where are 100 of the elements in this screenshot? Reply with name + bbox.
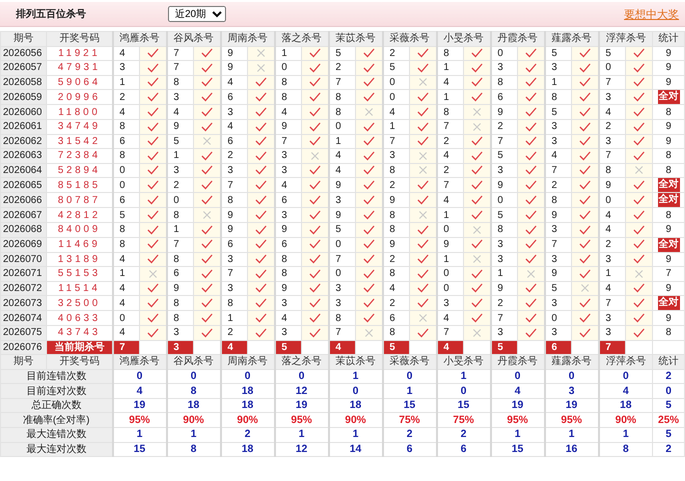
stat-value: 1 (490, 428, 544, 442)
stat-value: 16 (544, 442, 598, 457)
all-correct-badge: 全对 (658, 178, 680, 192)
stat-label: 最大连对次数 (0, 442, 112, 457)
stat-value: 95% (490, 412, 544, 428)
kill-number-badge: 4 (328, 340, 356, 355)
stat-value: 18 (220, 442, 274, 457)
column-header: 采薇杀号 (382, 354, 436, 370)
column-header: 期号 (0, 32, 46, 46)
stat-value: 95% (274, 412, 328, 428)
current-kill-label: 当前期杀号 (46, 340, 112, 355)
kill-number-badge: 5 (274, 340, 302, 355)
stat-value: 0 (652, 384, 684, 398)
stat-value: 1 (112, 428, 166, 442)
stat-value: 95% (544, 412, 598, 428)
column-header: 小旻杀号 (436, 354, 490, 370)
column-header: 谷风杀号 (166, 32, 220, 46)
column-header: 丹霞杀号 (490, 354, 544, 370)
stat-value: 90% (166, 412, 220, 428)
hit-count: 8 (666, 106, 672, 118)
column-header: 开奖号码 (46, 32, 112, 46)
hit-count: 8 (666, 210, 672, 221)
stat-value: 0 (328, 384, 382, 398)
winning-number: 55153 (46, 266, 112, 282)
stat-value: 14 (328, 442, 382, 457)
kill-number-badge: 5 (382, 340, 410, 355)
stat-value: 1 (382, 384, 436, 398)
stat-value: 15 (112, 442, 166, 457)
kill-number-badge: 7 (112, 340, 140, 355)
period-cell: 2026056 (0, 46, 46, 61)
stat-value: 5 (652, 428, 684, 442)
winning-number: 47931 (46, 60, 112, 76)
stat-value: 18 (220, 384, 274, 398)
column-header: 落之杀号 (274, 32, 328, 46)
period-cell: 2026072 (0, 281, 46, 296)
column-header: 期号 (0, 354, 46, 370)
stat-value: 12 (274, 442, 328, 457)
period-cell: 2026063 (0, 148, 46, 164)
column-header: 浮萍杀号 (598, 354, 652, 370)
hit-count: 9 (666, 312, 672, 324)
page-title: 排列五百位杀号 (16, 8, 87, 21)
stat-value: 0 (490, 369, 544, 384)
stat-value: 0 (166, 369, 220, 384)
stat-value: 0 (220, 369, 274, 384)
period-cell: 2026060 (0, 104, 46, 120)
stat-value: 4 (598, 384, 652, 398)
stat-value: 1 (598, 428, 652, 442)
winning-number: 31542 (46, 134, 112, 149)
kill-number-badge: 3 (166, 340, 194, 355)
stat-value: 90% (220, 412, 274, 428)
hit-count: 9 (666, 62, 672, 74)
period-cell: 2026074 (0, 310, 46, 326)
stat-value: 8 (598, 442, 652, 457)
stat-value: 2 (382, 428, 436, 442)
all-correct-badge: 全对 (658, 296, 680, 310)
period-cell: 2026062 (0, 134, 46, 149)
period-cell: 2026065 (0, 178, 46, 193)
hit-count: 9 (666, 283, 672, 294)
period-dropdown[interactable]: 近20期 (168, 6, 226, 22)
stat-value: 6 (382, 442, 436, 457)
winning-number: 43743 (46, 325, 112, 340)
column-header: 丹霞杀号 (490, 32, 544, 46)
stat-value: 18 (328, 398, 382, 413)
winning-number: 34749 (46, 119, 112, 134)
period-cell: 2026058 (0, 75, 46, 90)
stat-value: 15 (490, 442, 544, 457)
column-header: 统计 (652, 32, 684, 46)
column-header: 茉苡杀号 (328, 32, 382, 46)
period-cell: 2026073 (0, 296, 46, 311)
hit-count: 8 (666, 150, 672, 162)
period-cell: 2026068 (0, 222, 46, 238)
column-header: 周南杀号 (220, 32, 274, 46)
kill-number-badge: 7 (598, 340, 626, 355)
column-header: 采薇杀号 (382, 32, 436, 46)
stat-value: 19 (112, 398, 166, 413)
kill-number-badge: 4 (220, 340, 248, 355)
hit-count: 8 (666, 327, 672, 338)
stat-value: 3 (544, 384, 598, 398)
hit-count: 9 (666, 224, 672, 236)
stat-value: 15 (382, 398, 436, 413)
stat-value: 0 (112, 369, 166, 384)
column-header: 薤露杀号 (544, 32, 598, 46)
stat-value: 6 (436, 442, 490, 457)
stat-value: 75% (382, 412, 436, 428)
hit-count: 9 (666, 48, 672, 59)
stat-value: 12 (274, 384, 328, 398)
stat-value: 18 (166, 398, 220, 413)
stat-value: 75% (436, 412, 490, 428)
stat-value: 90% (598, 412, 652, 428)
column-header: 茉苡杀号 (328, 354, 382, 370)
stat-label: 目前连对次数 (0, 384, 112, 398)
stat-value: 0 (274, 369, 328, 384)
period-cell: 2026066 (0, 192, 46, 208)
column-header: 统计 (652, 354, 684, 370)
period-cell: 2026064 (0, 163, 46, 178)
stat-value: 4 (490, 384, 544, 398)
stat-value: 0 (436, 384, 490, 398)
period-cell: 2026061 (0, 119, 46, 134)
column-header: 浮萍杀号 (598, 32, 652, 46)
hit-count: 9 (666, 121, 672, 132)
